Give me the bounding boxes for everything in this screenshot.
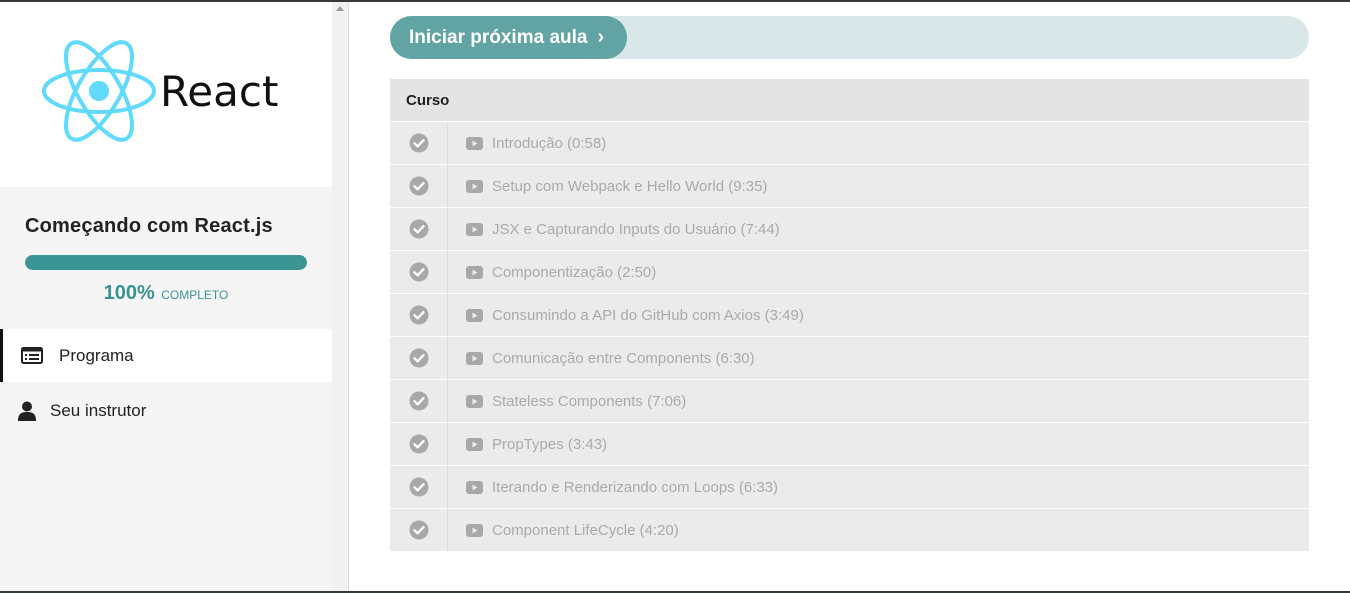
lesson-title: Iterando e Renderizando com Loops (6:33) [492, 478, 779, 496]
lesson-status-cell [390, 208, 448, 250]
completed-check-icon [409, 133, 428, 153]
react-logo-icon: React [42, 39, 278, 142]
scroll-up-arrow-icon[interactable] [336, 6, 344, 11]
course-info: Começando com React.js 100% COMPLETO [0, 187, 332, 305]
completed-check-icon [409, 262, 428, 282]
lesson-status-cell [390, 122, 448, 164]
completed-check-icon [409, 477, 428, 497]
sidebar-nav: Programa Seu instrutor [0, 329, 332, 437]
video-play-icon [466, 523, 483, 537]
sidebar-item-label: Programa [59, 345, 134, 365]
completed-check-icon [409, 391, 428, 411]
progress-fill [25, 255, 307, 270]
video-play-icon [466, 480, 483, 494]
lesson-status-cell [390, 337, 448, 379]
lesson-status-cell [390, 466, 448, 508]
main-content: Iniciar próxima aula › Curso Introdução … [390, 16, 1309, 551]
lesson-item[interactable]: Introdução (0:58) [390, 121, 1309, 164]
lesson-item[interactable]: PropTypes (3:43) [390, 422, 1309, 465]
user-icon [18, 401, 38, 421]
next-lesson-bar: Iniciar próxima aula › [390, 16, 1309, 59]
start-next-lesson-label: Iniciar próxima aula [409, 26, 588, 48]
lesson-title: Setup com Webpack e Hello World (9:35) [492, 177, 768, 195]
lesson-title: Stateless Components (7:06) [492, 392, 687, 410]
completed-check-icon [409, 434, 428, 454]
lesson-status-cell [390, 380, 448, 422]
logo-wordmark: React [160, 67, 278, 116]
sidebar-item-programa[interactable]: Programa [0, 329, 332, 382]
progress-text: 100% COMPLETO [25, 282, 307, 305]
sidebar-item-label: Seu instrutor [50, 400, 147, 420]
start-next-lesson-button[interactable]: Iniciar próxima aula › [390, 16, 627, 59]
video-play-icon [466, 351, 483, 365]
lesson-item[interactable]: Stateless Components (7:06) [390, 379, 1309, 422]
curriculum-section: Curso Introdução (0:58) Setup com Webpack… [390, 79, 1309, 551]
lesson-title: Consumindo a API do GitHub com Axios (3:… [492, 306, 804, 324]
video-play-icon [466, 265, 483, 279]
lesson-title: Introdução (0:58) [492, 134, 607, 152]
lesson-item[interactable]: Setup com Webpack e Hello World (9:35) [390, 164, 1309, 207]
lesson-title: JSX e Capturando Inputs do Usuário (7:44… [492, 220, 780, 238]
lesson-status-cell [390, 251, 448, 293]
progress-percent: 100% [103, 282, 155, 304]
lesson-status-cell [390, 294, 448, 336]
lesson-list: Introdução (0:58) Setup com Webpack e Hel… [390, 121, 1309, 551]
progress-label: COMPLETO [161, 288, 229, 302]
video-play-icon [466, 136, 483, 150]
completed-check-icon [409, 219, 428, 239]
chevron-right-icon: › [597, 26, 605, 48]
completed-check-icon [409, 305, 428, 325]
lesson-title: Component LifeCycle (4:20) [492, 521, 679, 539]
progress-bar [25, 255, 307, 270]
section-title: Curso [390, 79, 1309, 121]
lesson-status-cell [390, 423, 448, 465]
video-play-icon [466, 222, 483, 236]
completed-check-icon [409, 348, 428, 368]
completed-check-icon [409, 520, 428, 540]
completed-check-icon [409, 176, 428, 196]
video-play-icon [466, 437, 483, 451]
sidebar: React Começando com React.js 100% COMPLE… [0, 2, 332, 591]
lesson-item[interactable]: Consumindo a API do GitHub com Axios (3:… [390, 293, 1309, 336]
lesson-item[interactable]: Componentização (2:50) [390, 250, 1309, 293]
course-title: Começando com React.js [25, 215, 273, 237]
sidebar-scrollbar[interactable] [332, 2, 349, 591]
video-play-icon [466, 308, 483, 322]
lesson-title: Componentização (2:50) [492, 263, 657, 281]
curriculum-list-icon [21, 347, 47, 364]
lesson-item[interactable]: Comunicação entre Components (6:30) [390, 336, 1309, 379]
lesson-status-cell [390, 165, 448, 207]
lesson-status-cell [390, 509, 448, 551]
video-play-icon [466, 394, 483, 408]
lesson-title: Comunicação entre Components (6:30) [492, 349, 755, 367]
lesson-item[interactable]: JSX e Capturando Inputs do Usuário (7:44… [390, 207, 1309, 250]
sidebar-item-instrutor[interactable]: Seu instrutor [0, 384, 332, 437]
lesson-item[interactable]: Iterando e Renderizando com Loops (6:33) [390, 465, 1309, 508]
video-play-icon [466, 179, 483, 193]
lesson-title: PropTypes (3:43) [492, 435, 608, 453]
course-logo: React [0, 2, 332, 187]
lesson-item[interactable]: Component LifeCycle (4:20) [390, 508, 1309, 551]
